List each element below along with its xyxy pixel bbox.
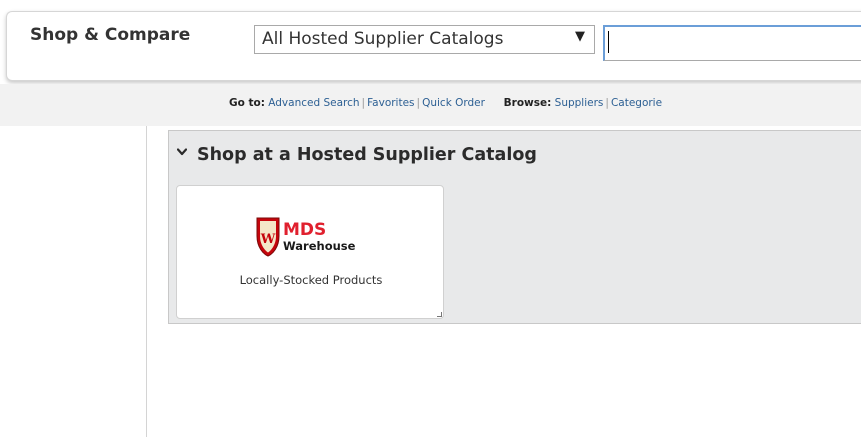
catalog-select-value: All Hosted Supplier Catalogs: [262, 29, 504, 49]
supplier-tile-caption: Locally-Stocked Products: [239, 273, 383, 287]
svg-text:W: W: [260, 232, 276, 247]
triangle-down-icon: ▼: [575, 29, 585, 44]
hosted-catalog-header[interactable]: Shop at a Hosted Supplier Catalog: [177, 145, 537, 165]
browse-label: Browse:: [503, 97, 552, 109]
link-divider: |: [605, 97, 609, 109]
categories-link[interactable]: Categorie: [611, 97, 662, 109]
catalog-select[interactable]: All Hosted Supplier Catalogs ▼: [254, 25, 595, 54]
hosted-catalog-panel: Shop at a Hosted Supplier Catalog W MDS …: [168, 130, 861, 324]
supplier-tile-mds-warehouse[interactable]: W MDS Warehouse Locally-Stocked Products: [176, 185, 444, 319]
chevron-down-icon: [177, 148, 187, 156]
goto-label: Go to:: [229, 97, 265, 109]
suppliers-link[interactable]: Suppliers: [555, 97, 604, 109]
search-input[interactable]: [603, 25, 861, 61]
advanced-search-link[interactable]: Advanced Search: [268, 97, 359, 109]
shop-compare-header: Shop & Compare All Hosted Supplier Catal…: [0, 0, 861, 84]
quick-nav-bar: Go to: Advanced Search | Favorites | Quick O…: [0, 84, 861, 126]
quick-order-link[interactable]: Quick Order: [422, 97, 485, 109]
resize-grip-icon: [437, 312, 442, 317]
logo-subtitle: Warehouse: [283, 239, 356, 253]
link-divider: |: [416, 97, 421, 109]
text-cursor: [608, 31, 609, 53]
shop-compare-title: Shop & Compare: [30, 25, 191, 45]
link-divider: |: [361, 97, 366, 109]
left-sidebar: [0, 126, 147, 437]
logo-title: MDS: [283, 220, 326, 240]
favorites-link[interactable]: Favorites: [367, 97, 414, 109]
quick-nav-links: Go to: Advanced Search | Favorites | Quick O…: [229, 97, 662, 109]
mds-warehouse-logo: W MDS Warehouse: [256, 217, 356, 257]
uw-crest-icon: W: [256, 217, 280, 257]
hosted-catalog-title: Shop at a Hosted Supplier Catalog: [197, 145, 537, 165]
